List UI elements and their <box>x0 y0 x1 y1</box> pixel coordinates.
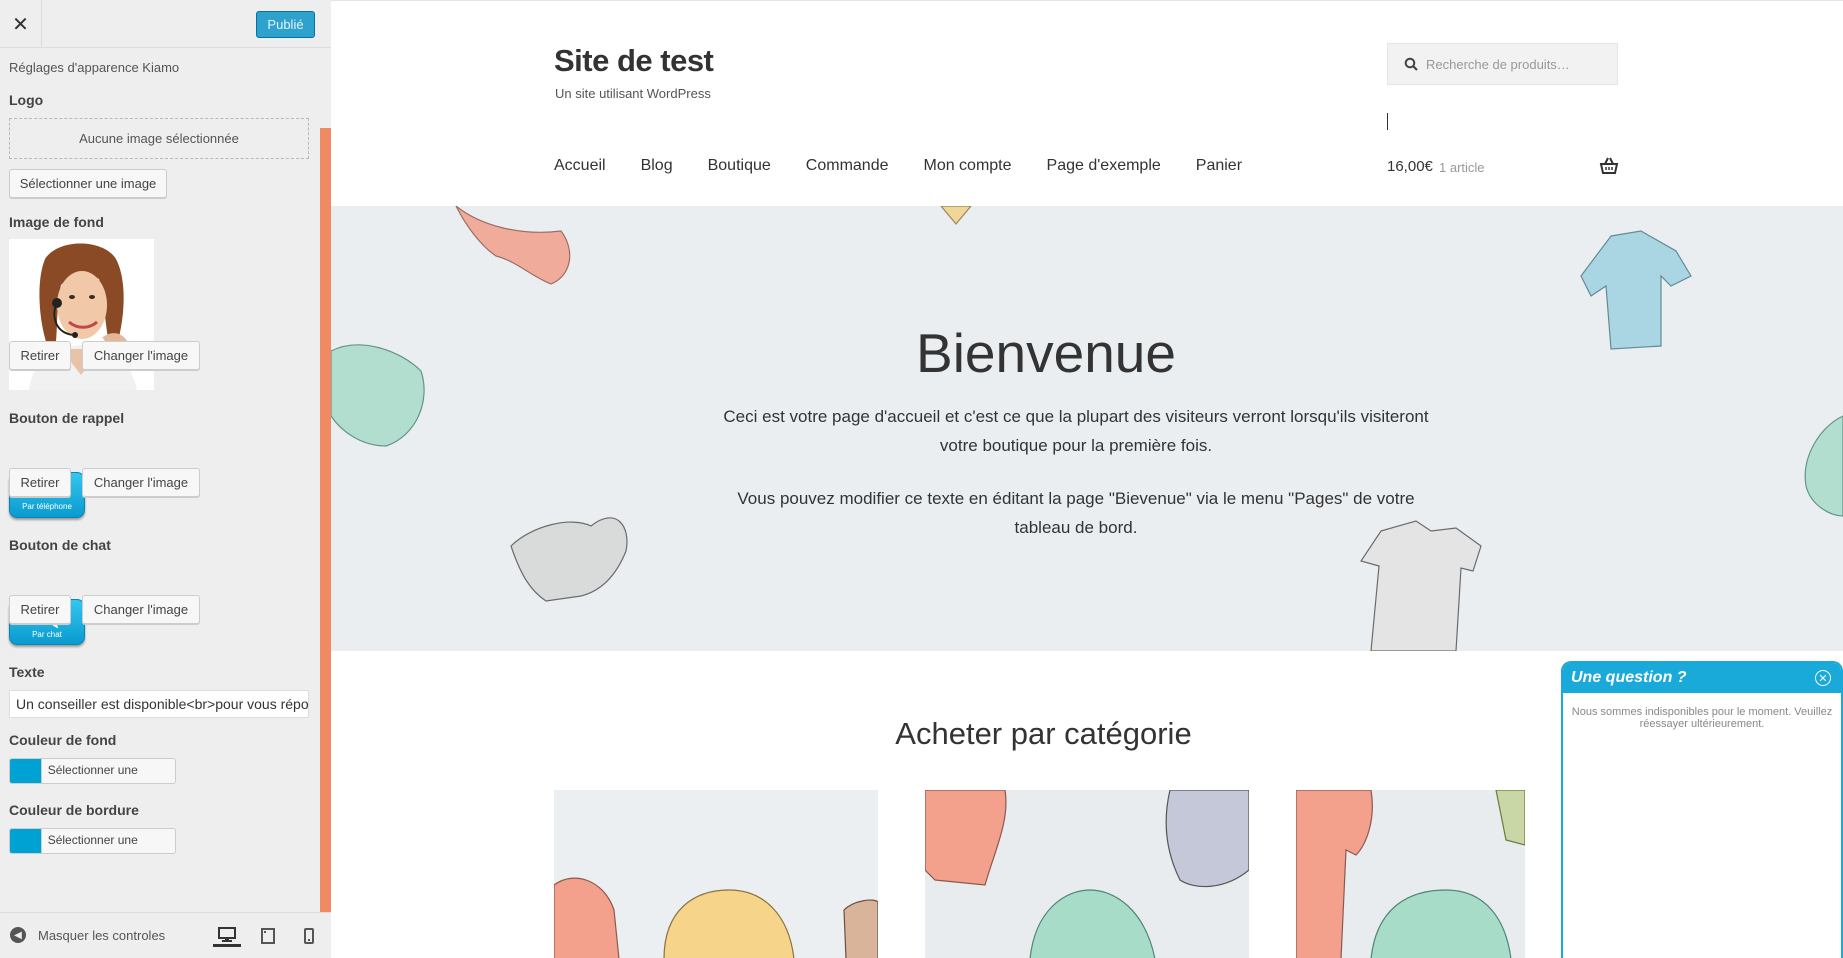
hero-title: Bienvenue <box>916 322 1176 384</box>
hero-paragraph-2: Vous pouvez modifier ce texte en éditant… <box>737 489 1415 537</box>
close-customizer-button[interactable]: ✕ <box>0 0 42 48</box>
hoodies-illustration <box>925 790 1249 958</box>
chat-button-label: Bouton de chat <box>9 537 111 553</box>
site-tagline: Un site utilisant WordPress <box>555 86 711 101</box>
hats-illustration <box>554 790 878 958</box>
hero-banner: Bienvenue Ceci est votre page d'accueil … <box>331 206 1843 651</box>
hide-controls-label: Masquer les controles <box>38 927 166 943</box>
background-color-button-label: Sélectionner une couleur <box>40 759 175 783</box>
text-label: Texte <box>9 664 45 680</box>
chat-button-caption: Par chat <box>32 629 62 639</box>
screen: ✕ Publié Réglages d'apparence Kiamo Logo… <box>0 0 1843 958</box>
background-image-label: Image de fond <box>9 214 104 230</box>
callback-button-label: Bouton de rappel <box>9 410 125 426</box>
category-tile-2[interactable] <box>925 790 1249 958</box>
category-tile-3[interactable] <box>1296 790 1525 958</box>
main-navigation: Accueil Blog Boutique Commande Mon compt… <box>554 157 1277 175</box>
nav-item-accueil[interactable]: Accueil <box>554 157 606 175</box>
tablet-icon <box>261 928 275 944</box>
customizer-footer: ◀ Masquer les controles <box>0 912 331 958</box>
change-chat-button[interactable]: Changer l'image <box>82 595 200 624</box>
basket-icon[interactable] <box>1599 156 1619 176</box>
hide-controls-button[interactable]: ◀ Masquer les controles <box>10 927 165 943</box>
border-color-swatch <box>10 829 41 853</box>
shirts-illustration <box>1296 790 1525 958</box>
desktop-icon <box>218 926 236 942</box>
customizer-panel: ✕ Publié Réglages d'apparence Kiamo Logo… <box>0 0 331 958</box>
background-color-picker[interactable]: Sélectionner une couleur <box>9 758 176 784</box>
scrollbar-thumb[interactable] <box>320 128 331 913</box>
chat-close-icon[interactable]: ✕ <box>1815 670 1831 686</box>
chat-title: Une question ? <box>1571 669 1687 686</box>
cart-amount[interactable]: 16,00€ <box>1387 158 1433 175</box>
chat-unavailable-message: Nous sommes indisponibles pour le moment… <box>1571 706 1833 730</box>
customizer-controls[interactable]: Réglages d'apparence Kiamo Logo Aucune i… <box>0 48 320 912</box>
publish-button[interactable]: Publié <box>256 11 315 38</box>
remove-background-button[interactable]: Retirer <box>9 341 71 370</box>
search-icon <box>1404 57 1418 71</box>
close-icon: ✕ <box>12 13 29 36</box>
search-placeholder: Recherche de produits… <box>1426 56 1570 72</box>
nav-item-commande[interactable]: Commande <box>806 157 889 175</box>
callback-button-caption: Par téléphone <box>22 501 72 511</box>
remove-callback-button[interactable]: Retirer <box>9 468 71 497</box>
mobile-icon <box>304 928 314 944</box>
logo-label: Logo <box>9 92 44 108</box>
chat-header[interactable]: Une question ? ✕ <box>1563 663 1841 693</box>
site-title[interactable]: Site de test <box>554 43 714 79</box>
nav-item-mon-compte[interactable]: Mon compte <box>923 157 1011 175</box>
text-cursor <box>1387 113 1388 130</box>
chat-widget: Une question ? ✕ Nous sommes indisponibl… <box>1561 661 1843 958</box>
background-color-label: Couleur de fond <box>9 732 117 748</box>
select-logo-button[interactable]: Sélectionner une image <box>9 169 167 198</box>
categories-heading: Acheter par catégorie <box>895 716 1192 751</box>
border-color-picker[interactable]: Sélectionner une couleur <box>9 828 176 854</box>
border-color-label: Couleur de bordure <box>9 802 139 818</box>
background-color-swatch <box>10 759 41 783</box>
collapse-icon: ◀ <box>10 927 26 943</box>
preview-desktop-button[interactable] <box>213 925 241 947</box>
change-background-button[interactable]: Changer l'image <box>82 341 200 370</box>
nav-item-boutique[interactable]: Boutique <box>708 157 771 175</box>
hero-paragraph-1: Ceci est votre page d'accueil et c'est c… <box>723 407 1429 455</box>
border-color-button-label: Sélectionner une couleur <box>40 829 175 853</box>
change-callback-button[interactable]: Changer l'image <box>82 468 200 497</box>
remove-chat-button[interactable]: Retirer <box>9 595 71 624</box>
section-title: Réglages d'apparence Kiamo <box>9 60 180 75</box>
category-tile-1[interactable] <box>554 790 878 958</box>
nav-item-blog[interactable]: Blog <box>641 157 673 175</box>
cart-count[interactable]: 1 article <box>1439 160 1485 175</box>
nav-item-panier[interactable]: Panier <box>1196 157 1242 175</box>
text-input[interactable]: Un conseiller est disponible<br>pour vou… <box>9 690 309 718</box>
logo-placeholder: Aucune image sélectionnée <box>9 118 309 159</box>
customizer-header: ✕ Publié <box>0 0 331 48</box>
preview-mobile-button[interactable] <box>295 925 323 947</box>
preview-tablet-button[interactable] <box>254 925 282 947</box>
product-search-input[interactable]: Recherche de produits… <box>1387 43 1618 85</box>
nav-item-page-exemple[interactable]: Page d'exemple <box>1047 157 1161 175</box>
